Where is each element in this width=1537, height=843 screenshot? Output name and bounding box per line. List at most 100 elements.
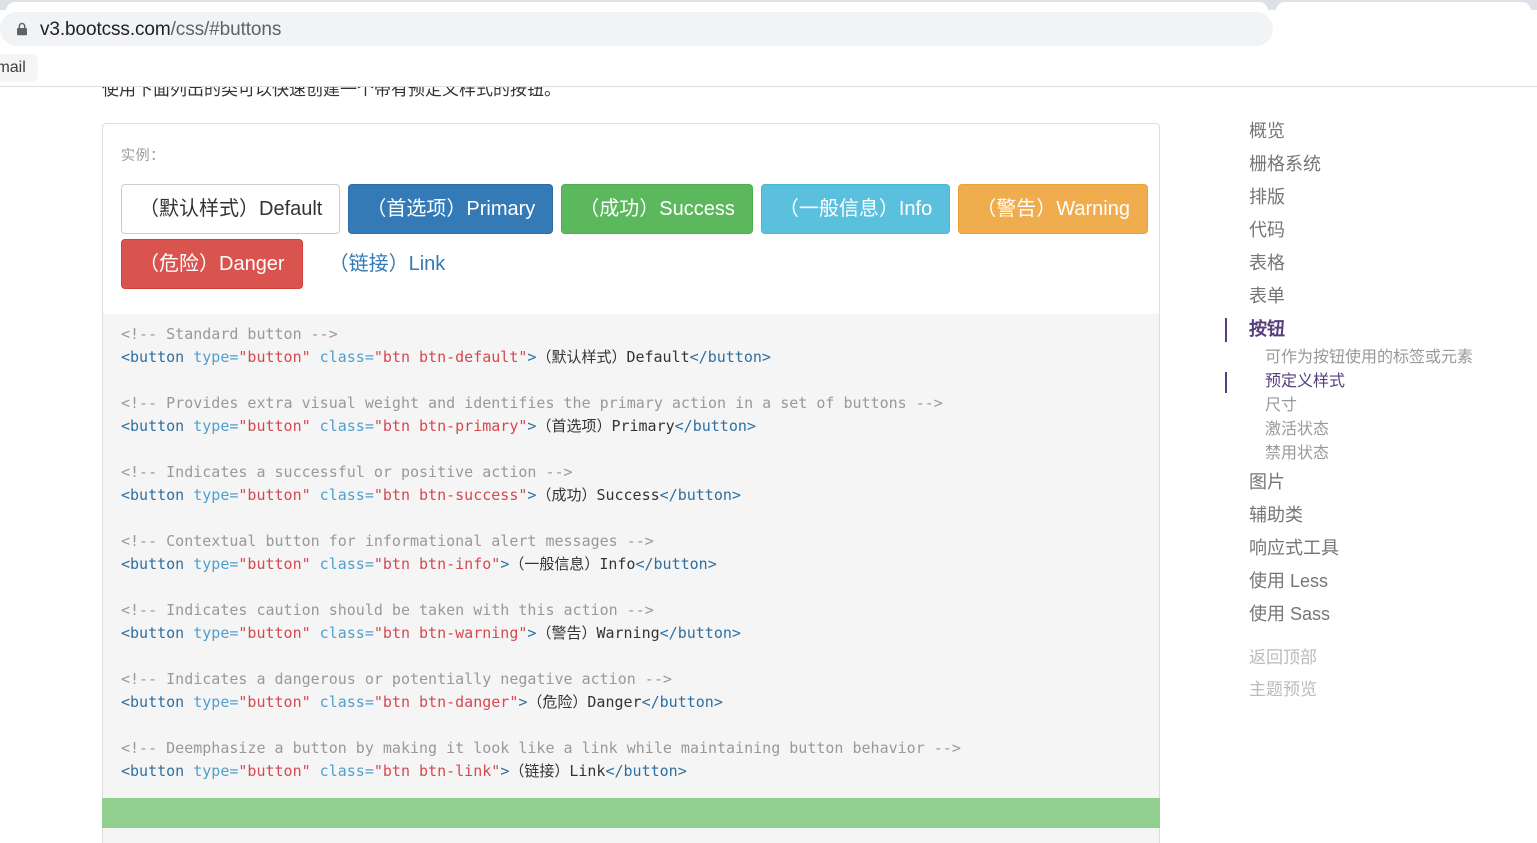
sidebar-item-label: 禁用状态 (1265, 445, 1330, 462)
sidebar-item-responsive-utilities[interactable]: 响应式工具 (1225, 532, 1525, 565)
code-token: <button (121, 555, 185, 573)
bookmark-gmail[interactable]: Gmail (0, 54, 38, 82)
code-token: "btn btn-link" (373, 762, 501, 780)
code-token: "btn btn-warning" (373, 624, 528, 642)
example-buttons-row-2: （危险）Danger （链接）Link (121, 239, 464, 290)
button-success[interactable]: （成功）Success (561, 184, 753, 235)
code-token: class= (310, 762, 374, 780)
sidebar-footer-list: 返回顶部 主题预览 (1225, 642, 1525, 706)
sidebar-main-list: 概览栅格系统排版代码表格表单按钮 (1225, 115, 1525, 346)
code-token: </button> (659, 486, 741, 504)
sidebar-subitem-predefined-styles[interactable]: 预定义样式 (1225, 370, 1525, 394)
sidebar-item-label: 代码 (1249, 220, 1285, 240)
sidebar-item-label: 响应式工具 (1249, 538, 1339, 558)
sidebar-item-typography[interactable]: 排版 (1225, 181, 1525, 214)
code-token: </button> (635, 555, 717, 573)
sidebar-item-images[interactable]: 图片 (1225, 466, 1525, 499)
code-token: </button> (641, 693, 723, 711)
url-host: v3.bootcss.com (40, 19, 171, 40)
sidebar-item-overview[interactable]: 概览 (1225, 115, 1525, 148)
selection-highlight-bar (102, 798, 1160, 828)
code-token: </button> (605, 762, 687, 780)
code-token: </button> (659, 624, 741, 642)
code-token: "btn btn-danger" (373, 693, 519, 711)
code-token: > (500, 555, 510, 573)
sidebar-item-using-less[interactable]: 使用 Less (1225, 565, 1525, 598)
code-token: "button" (238, 486, 311, 504)
code-token: （成功）Success (536, 486, 660, 504)
sidebar-item-label: 使用 Sass (1249, 604, 1331, 624)
url-path: /css/#buttons (170, 19, 282, 40)
code-token: （一般信息）Info (509, 555, 636, 573)
code-token: type= (184, 417, 239, 435)
code-token: class= (310, 624, 374, 642)
code-token: "button" (238, 417, 311, 435)
code-token: "button" (238, 693, 311, 711)
sidebar-divider-gap (1225, 631, 1525, 642)
sidebar-subitem-disabled-state[interactable]: 禁用状态 (1225, 442, 1525, 466)
sidebar-item-code[interactable]: 代码 (1225, 214, 1525, 247)
sidebar-item-grid[interactable]: 栅格系统 (1225, 148, 1525, 181)
sidebar-item-label: 辅助类 (1249, 505, 1303, 525)
code-token: <!-- Provides extra visual weight and id… (121, 394, 943, 412)
button-primary[interactable]: （首选项）Primary (348, 184, 554, 235)
example-label: 实例： (121, 147, 165, 163)
code-token: "btn btn-info" (373, 555, 501, 573)
sidebar-item-label: 排版 (1249, 187, 1285, 207)
lock-icon (17, 22, 27, 36)
code-token: "button" (238, 762, 311, 780)
button-warning[interactable]: （警告）Warning (958, 184, 1148, 235)
code-token: "button" (238, 624, 311, 642)
code-token: （警告）Warning (536, 624, 660, 642)
code-token: "btn btn-default" (373, 348, 528, 366)
code-token: type= (184, 624, 239, 642)
code-token: "btn btn-success" (373, 486, 528, 504)
sidebar-item-label: 概览 (1249, 121, 1285, 141)
button-info[interactable]: （一般信息）Info (760, 184, 951, 235)
code-token: （链接）Link (509, 762, 606, 780)
code-token: "button" (238, 348, 311, 366)
sidebar-subitem-active-state[interactable]: 激活状态 (1225, 418, 1525, 442)
sidebar-item-label: 图片 (1249, 472, 1285, 492)
code-token: "button" (238, 555, 311, 573)
code-token: <button (121, 348, 185, 366)
button-danger[interactable]: （危险）Danger (121, 239, 303, 290)
page-viewport: 使用下面列出的类可以快速创建一个带有预定义样式的按钮。 实例： （默认样式）De… (0, 87, 1537, 843)
code-token: <!-- Indicates a dangerous or potentiall… (121, 670, 672, 688)
sidebar-subitem-button-tags[interactable]: 可作为按钮使用的标签或元素 (1225, 346, 1525, 370)
url-text: v3.bootcss.com/css/#buttons (40, 16, 281, 43)
sidebar-theme-preview[interactable]: 主题预览 (1225, 674, 1525, 706)
code-token: class= (310, 555, 374, 573)
sidebar-item-helper-classes[interactable]: 辅助类 (1225, 499, 1525, 532)
code-token: <button (121, 762, 185, 780)
example-buttons-row-1: （默认样式）Default （首选项）Primary （成功）Success （… (121, 184, 1148, 235)
sidebar-item-label: 返回顶部 (1249, 648, 1317, 667)
code-token: class= (310, 417, 374, 435)
code-block[interactable]: <!-- Standard button --> <button type="b… (102, 314, 1160, 843)
sidebar-item-label: 表单 (1249, 286, 1285, 306)
sidebar-item-label: 按钮 (1249, 319, 1285, 339)
sidebar-item-buttons[interactable]: 按钮 (1225, 313, 1525, 346)
address-bar[interactable]: v3.bootcss.com/css/#buttons (0, 12, 1273, 46)
sidebar-back-to-top[interactable]: 返回顶部 (1225, 642, 1525, 674)
button-default[interactable]: （默认样式）Default (121, 184, 341, 235)
tab-strip (0, 0, 1537, 14)
code-token: type= (184, 486, 239, 504)
code-token: type= (184, 348, 239, 366)
omnibox-row: v3.bootcss.com/css/#buttons (0, 10, 1537, 48)
sidebar-item-label: 预定义样式 (1265, 373, 1346, 390)
button-link[interactable]: （链接）Link (311, 239, 464, 289)
example-panel: 实例： （默认样式）Default （首选项）Primary （成功）Succe… (102, 123, 1160, 315)
code-token: <button (121, 624, 185, 642)
sidebar-item-label: 主题预览 (1249, 680, 1317, 699)
sidebar-secondary-list: 图片辅助类响应式工具使用 Less 使用 Sass (1225, 466, 1525, 631)
sidebar-item-using-sass[interactable]: 使用 Sass (1225, 598, 1525, 631)
code-token: <!-- Standard button --> (121, 325, 338, 343)
sidebar-item-forms[interactable]: 表单 (1225, 280, 1525, 313)
code-token: class= (310, 348, 374, 366)
sidebar-item-tables[interactable]: 表格 (1225, 247, 1525, 280)
sidebar-subitem-sizes[interactable]: 尺寸 (1225, 394, 1525, 418)
code-token: <button (121, 417, 185, 435)
code-token: （首选项）Primary (536, 417, 675, 435)
code-token: <button (121, 486, 185, 504)
